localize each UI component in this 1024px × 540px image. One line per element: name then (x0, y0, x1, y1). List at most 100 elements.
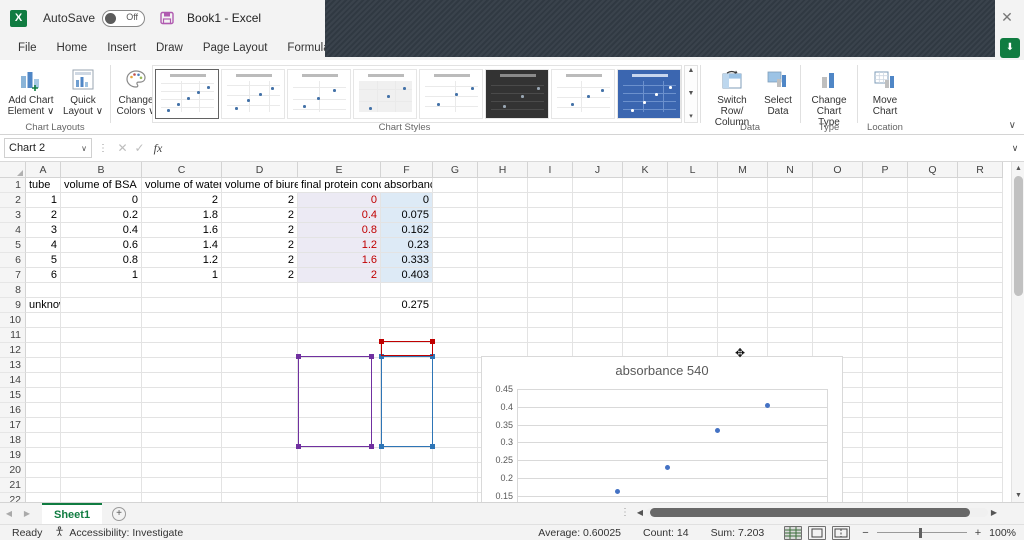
cell-Q6[interactable] (908, 253, 958, 268)
chart-styles-gallery[interactable] (152, 65, 682, 123)
row-header-21[interactable]: 21 (0, 478, 26, 493)
zoom-slider-knob[interactable] (918, 527, 922, 538)
cell-G21[interactable] (433, 478, 478, 493)
cell-J1[interactable] (573, 178, 623, 193)
insert-function-icon[interactable]: fx (148, 141, 168, 156)
cell-N5[interactable] (768, 238, 813, 253)
hscroll-right-icon[interactable]: ▶ (988, 508, 1000, 517)
cell-L5[interactable] (668, 238, 718, 253)
cell-C16[interactable] (142, 403, 222, 418)
column-header-n[interactable]: N (768, 162, 813, 178)
cell-R13[interactable] (958, 358, 1003, 373)
cell-D12[interactable] (222, 343, 298, 358)
cell-J4[interactable] (573, 223, 623, 238)
cell-E21[interactable] (298, 478, 381, 493)
horizontal-scroll-thumb[interactable] (650, 507, 970, 517)
confirm-icon[interactable]: ✓ (131, 141, 148, 155)
cell-R12[interactable] (958, 343, 1003, 358)
cell-Q3[interactable] (908, 208, 958, 223)
cell-O11[interactable] (813, 328, 863, 343)
cell-R1[interactable] (958, 178, 1003, 193)
cell-B5[interactable]: 0.6 (61, 238, 142, 253)
cell-E22[interactable] (298, 493, 381, 502)
cell-A6[interactable]: 5 (26, 253, 61, 268)
cell-F16[interactable] (381, 403, 433, 418)
page-layout-view-icon[interactable] (808, 525, 827, 540)
cell-D21[interactable] (222, 478, 298, 493)
gallery-scroll-down-icon[interactable]: ▼ (688, 90, 695, 98)
cell-M6[interactable] (718, 253, 768, 268)
cell-B22[interactable] (61, 493, 142, 502)
cell-F14[interactable] (381, 373, 433, 388)
cell-K4[interactable] (623, 223, 668, 238)
sheet-next-icon[interactable]: ▶ (18, 509, 36, 518)
cell-G6[interactable] (433, 253, 478, 268)
ribbon-collapse-icon[interactable]: ∨ (1009, 120, 1016, 131)
cell-D15[interactable] (222, 388, 298, 403)
cell-G4[interactable] (433, 223, 478, 238)
cell-Q15[interactable] (908, 388, 958, 403)
tab-file[interactable]: File (8, 39, 47, 57)
cell-F11[interactable] (381, 328, 433, 343)
cell-L9[interactable] (668, 298, 718, 313)
cell-Q10[interactable] (908, 313, 958, 328)
cell-O5[interactable] (813, 238, 863, 253)
cell-O4[interactable] (813, 223, 863, 238)
cell-N6[interactable] (768, 253, 813, 268)
cell-A7[interactable]: 6 (26, 268, 61, 283)
cell-C21[interactable] (142, 478, 222, 493)
cell-Q12[interactable] (908, 343, 958, 358)
cell-G22[interactable] (433, 493, 478, 502)
cell-K9[interactable] (623, 298, 668, 313)
cell-G20[interactable] (433, 463, 478, 478)
cell-F5[interactable]: 0.23 (381, 238, 433, 253)
cell-K6[interactable] (623, 253, 668, 268)
row-header-6[interactable]: 6 (0, 253, 26, 268)
cell-C2[interactable]: 2 (142, 193, 222, 208)
zoom-slider[interactable] (876, 527, 967, 539)
cell-C4[interactable]: 1.6 (142, 223, 222, 238)
cell-C5[interactable]: 1.4 (142, 238, 222, 253)
cell-R5[interactable] (958, 238, 1003, 253)
chart-data-point[interactable] (664, 464, 670, 470)
cell-F8[interactable] (381, 283, 433, 298)
cell-D13[interactable] (222, 358, 298, 373)
cell-J3[interactable] (573, 208, 623, 223)
cell-Q7[interactable] (908, 268, 958, 283)
cell-D3[interactable]: 2 (222, 208, 298, 223)
cell-D7[interactable]: 2 (222, 268, 298, 283)
chart-style-thumb-5[interactable] (419, 69, 483, 119)
cell-P13[interactable] (863, 358, 908, 373)
cell-G17[interactable] (433, 418, 478, 433)
cell-F9[interactable]: 0.275 (381, 298, 433, 313)
cell-Q9[interactable] (908, 298, 958, 313)
chart-style-thumb-8[interactable] (617, 69, 681, 119)
cell-M2[interactable] (718, 193, 768, 208)
chart-style-thumb-7[interactable] (551, 69, 615, 119)
cell-B4[interactable]: 0.4 (61, 223, 142, 238)
cell-A14[interactable] (26, 373, 61, 388)
cell-B20[interactable] (61, 463, 142, 478)
column-header-r[interactable]: R (958, 162, 1003, 178)
cell-B7[interactable]: 1 (61, 268, 142, 283)
cell-C13[interactable] (142, 358, 222, 373)
cell-A18[interactable] (26, 433, 61, 448)
cell-C18[interactable] (142, 433, 222, 448)
cell-C20[interactable] (142, 463, 222, 478)
cell-L4[interactable] (668, 223, 718, 238)
cell-E20[interactable] (298, 463, 381, 478)
column-header-p[interactable]: P (863, 162, 908, 178)
select-data-button[interactable]: Select Data (760, 63, 796, 119)
cell-G12[interactable] (433, 343, 478, 358)
cell-P20[interactable] (863, 463, 908, 478)
status-sum[interactable]: Sum: 7.203 (711, 527, 765, 539)
cell-B6[interactable]: 0.8 (61, 253, 142, 268)
cell-Q13[interactable] (908, 358, 958, 373)
cell-N4[interactable] (768, 223, 813, 238)
cell-E10[interactable] (298, 313, 381, 328)
chart-style-thumb-3[interactable] (287, 69, 351, 119)
cell-R4[interactable] (958, 223, 1003, 238)
cell-C14[interactable] (142, 373, 222, 388)
cell-A15[interactable] (26, 388, 61, 403)
column-header-b[interactable]: B (61, 162, 142, 178)
